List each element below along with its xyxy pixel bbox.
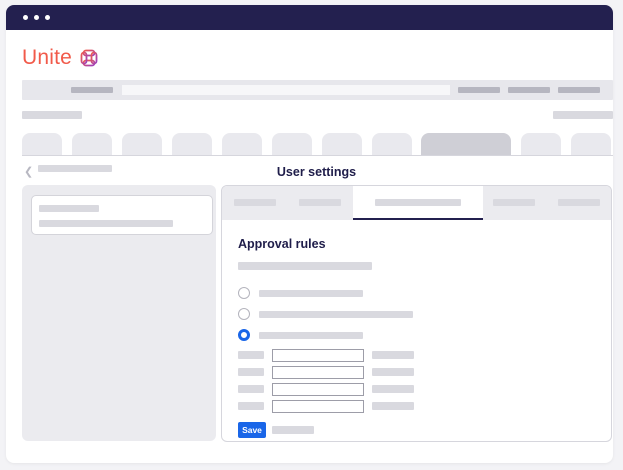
- settings-tab-label: [375, 199, 461, 206]
- window-dot-icon: [45, 15, 50, 20]
- tab[interactable]: [222, 133, 262, 155]
- tab[interactable]: [122, 133, 162, 155]
- nav-item[interactable]: [458, 87, 500, 93]
- settings-panel: Approval rules Save: [221, 185, 612, 442]
- text-field[interactable]: [272, 366, 364, 379]
- radio-option-selected[interactable]: [238, 329, 250, 341]
- tab[interactable]: [172, 133, 212, 155]
- field-hint: [372, 368, 414, 376]
- field-label: [238, 385, 264, 393]
- tab[interactable]: [521, 133, 561, 155]
- field-hint: [372, 351, 414, 359]
- brand-logo[interactable]: Unite: [22, 45, 100, 71]
- tab[interactable]: [571, 133, 611, 155]
- unite-knot-logo-icon: [78, 47, 100, 69]
- text-field[interactable]: [272, 349, 364, 362]
- settings-tab-active[interactable]: [353, 186, 483, 220]
- breadcrumb[interactable]: [22, 111, 82, 119]
- app-window: Unite ❮ User settings Approval rules Sav…: [6, 5, 613, 463]
- tab[interactable]: [22, 133, 62, 155]
- radio-option-label: [259, 290, 363, 297]
- nav-item[interactable]: [71, 87, 113, 93]
- text-field[interactable]: [272, 383, 364, 396]
- save-button[interactable]: Save: [238, 422, 266, 438]
- window-dot-icon: [23, 15, 28, 20]
- tab-divider: [22, 155, 613, 156]
- tab[interactable]: [72, 133, 112, 155]
- header-action[interactable]: [553, 111, 613, 119]
- radio-option-label: [259, 311, 413, 318]
- section-title: Approval rules: [238, 237, 326, 251]
- field-label: [238, 402, 264, 410]
- text-field[interactable]: [272, 400, 364, 413]
- field-label: [238, 351, 264, 359]
- sidebar-panel: [22, 185, 216, 441]
- radio-option-label: [259, 332, 363, 339]
- user-detail-placeholder: [39, 220, 173, 227]
- cancel-link[interactable]: [272, 426, 314, 434]
- title-bar: [6, 5, 613, 30]
- user-name-placeholder: [39, 205, 99, 212]
- settings-tab[interactable]: [234, 199, 276, 206]
- settings-tab[interactable]: [299, 199, 341, 206]
- window-dot-icon: [34, 15, 39, 20]
- section-description: [238, 262, 372, 270]
- page-title: User settings: [276, 165, 357, 179]
- tab[interactable]: [272, 133, 312, 155]
- radio-option[interactable]: [238, 287, 250, 299]
- settings-tabs: [222, 186, 611, 220]
- settings-tab[interactable]: [558, 199, 600, 206]
- nav-item[interactable]: [508, 87, 550, 93]
- brand-name: Unite: [22, 46, 73, 69]
- tab[interactable]: [322, 133, 362, 155]
- radio-option[interactable]: [238, 308, 250, 320]
- tab[interactable]: [372, 133, 412, 155]
- user-card[interactable]: [31, 195, 213, 235]
- field-hint: [372, 385, 414, 393]
- search-input[interactable]: [122, 85, 450, 95]
- field-label: [238, 368, 264, 376]
- settings-tab[interactable]: [493, 199, 535, 206]
- field-hint: [372, 402, 414, 410]
- tab-active[interactable]: [421, 133, 511, 155]
- nav-item[interactable]: [558, 87, 600, 93]
